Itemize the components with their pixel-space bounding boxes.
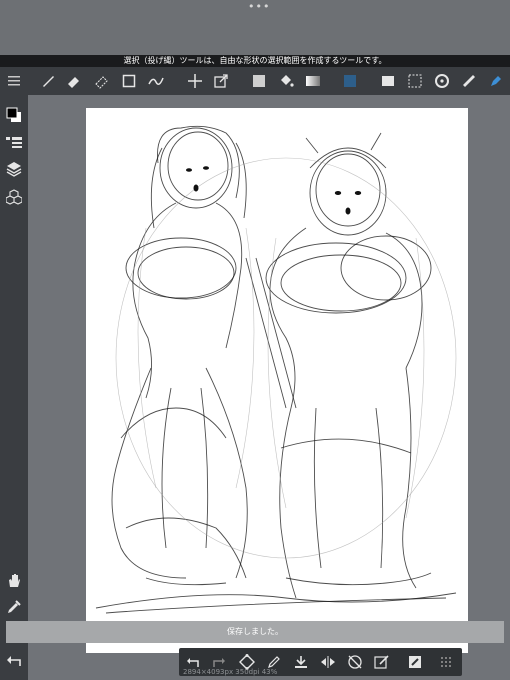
left-sidebar <box>0 95 28 680</box>
drawing-canvas[interactable] <box>86 108 468 653</box>
hand-icon[interactable] <box>4 570 24 590</box>
grid-icon[interactable] <box>436 652 456 672</box>
eraser-icon[interactable] <box>64 71 84 91</box>
bucket-icon[interactable] <box>276 71 296 91</box>
edit-icon[interactable] <box>372 652 392 672</box>
save-toast: 保存しました。 <box>6 621 504 643</box>
menu-icon[interactable] <box>4 71 24 91</box>
vector-pen-icon[interactable] <box>146 71 166 91</box>
main-toolbar <box>0 67 510 95</box>
fill-color-icon[interactable] <box>249 71 269 91</box>
transform-icon[interactable] <box>211 71 231 91</box>
import-icon[interactable] <box>291 652 311 672</box>
move-icon[interactable] <box>185 71 205 91</box>
window-titlebar: ••• <box>0 0 510 55</box>
selection-layer-icon[interactable] <box>340 71 360 91</box>
rotate-lock-icon[interactable] <box>345 652 365 672</box>
lasso-eraser-icon[interactable] <box>92 71 112 91</box>
rectangle-icon[interactable] <box>119 71 139 91</box>
gradient-icon[interactable] <box>303 71 323 91</box>
eyedropper-icon[interactable] <box>4 597 24 617</box>
flip-icon[interactable] <box>318 652 338 672</box>
brush-icon[interactable] <box>38 71 58 91</box>
sketch-drawing <box>95 125 457 614</box>
screen-icon[interactable] <box>378 71 398 91</box>
multitask-dots-icon[interactable]: ••• <box>248 1 270 12</box>
rotate-icon[interactable] <box>432 71 452 91</box>
canvas-status-text: 2894×4093px 350dpi 43% <box>183 668 278 676</box>
color-swatch-icon[interactable] <box>4 105 24 125</box>
ruler-icon[interactable] <box>459 71 479 91</box>
tool-hint-bar: 選択（投げ縄）ツールは、自由な形状の選択範囲を作成するツールです。 <box>0 55 510 67</box>
lasso-select-icon[interactable] <box>405 71 425 91</box>
pen-tool-icon[interactable] <box>486 71 506 91</box>
layers-icon[interactable] <box>4 159 24 179</box>
material-icon[interactable] <box>4 187 24 207</box>
ai-color-icon[interactable] <box>405 652 425 672</box>
undo-icon[interactable] <box>4 651 24 671</box>
sub-tool-icon[interactable] <box>4 133 24 153</box>
